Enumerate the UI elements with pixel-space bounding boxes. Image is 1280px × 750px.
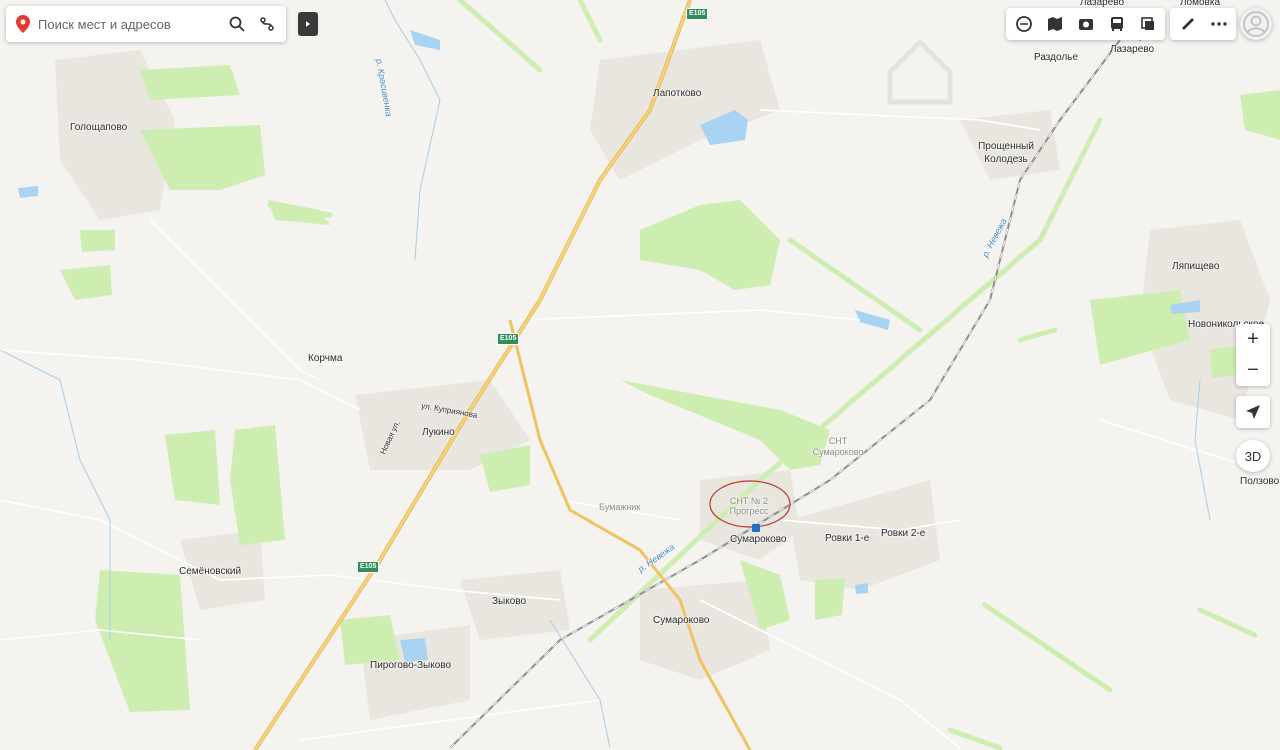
label-polzovo: Ползово [1240, 476, 1280, 487]
map-type-icon [1047, 17, 1062, 31]
label-zykovo: Зыково [492, 596, 527, 607]
ruler-button[interactable] [1172, 8, 1203, 40]
label-sumarokovo-station: Сумароково [730, 534, 787, 545]
zoom-in-button[interactable]: + [1236, 324, 1270, 355]
route-icon [260, 17, 274, 31]
search-input[interactable] [36, 15, 222, 33]
search-button[interactable] [222, 9, 252, 39]
label-lazarevo: Лазарево [1079, 0, 1125, 8]
map-canvas[interactable] [0, 0, 1280, 750]
zoom-out-button[interactable]: − [1236, 355, 1270, 386]
tools-toolbar [1170, 8, 1236, 40]
label-sumarokovo: Сумароково [653, 615, 710, 626]
label-proshchenny-kolodez: Прощенный Колодезь [978, 141, 1034, 165]
geolocation-button[interactable] [1236, 396, 1270, 428]
label-snt-progress: СНТ № 2 Прогресс [729, 496, 769, 516]
label-lomovka: Ломовка [1179, 0, 1221, 8]
label-goloshchapovo: Голощапово [70, 122, 128, 133]
traffic-button[interactable] [1132, 8, 1163, 40]
traffic-icon [1140, 17, 1154, 30]
3d-toggle-button[interactable]: 3D [1236, 440, 1270, 472]
label-bumazhnik: Бумажник [599, 502, 641, 512]
route-button[interactable] [252, 9, 282, 39]
label-razdolye: Раздолье [1034, 52, 1078, 63]
navigation-arrow-icon [1246, 405, 1260, 419]
panorama-icon [1078, 19, 1093, 30]
label-lukino: Лукино [422, 427, 455, 438]
map-type-button[interactable] [1039, 8, 1070, 40]
zoom-control: + − [1236, 324, 1270, 386]
label-semenovsky: Семёновский [179, 566, 242, 577]
layers-icon [1015, 16, 1032, 32]
panorama-button[interactable] [1070, 8, 1101, 40]
label-pirogovo-zykovo: Пирогово-Зыково [370, 660, 452, 671]
road-shield-e105: E105 [497, 333, 520, 345]
more-icon [1210, 22, 1227, 26]
more-button[interactable] [1203, 8, 1234, 40]
label-rovki-2: Ровки 2-е [881, 528, 926, 539]
road-shield-e105: E105 [686, 8, 709, 20]
layers-button[interactable] [1008, 8, 1039, 40]
map-pin-icon[interactable] [16, 15, 30, 33]
transport-button[interactable] [1101, 8, 1132, 40]
play-arrow-icon [306, 21, 310, 27]
road-shield-e105: E105 [357, 561, 380, 573]
sidebar-toggle-button[interactable] [298, 12, 318, 36]
ruler-icon [1181, 18, 1194, 30]
label-rovki-1: Ровки 1-е [825, 533, 870, 544]
railway-station-icon[interactable] [752, 524, 760, 532]
transport-icon [1110, 17, 1123, 31]
label-snt-sumarokovo: СНТ Сумароково [812, 436, 864, 457]
label-korchma: Корчма [308, 353, 343, 364]
search-box [6, 6, 286, 42]
search-icon [229, 16, 245, 32]
label-lapotkovo: Лапотково [653, 88, 702, 99]
user-avatar[interactable] [1240, 8, 1272, 40]
layers-toolbar [1006, 8, 1165, 40]
label-lyapishchevo: Ляпищево [1172, 261, 1220, 272]
user-icon [1243, 11, 1269, 37]
